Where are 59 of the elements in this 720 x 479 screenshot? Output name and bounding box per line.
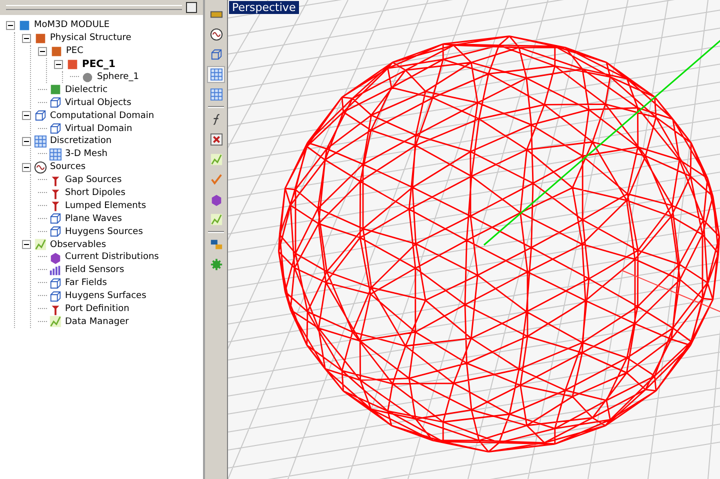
tree-item[interactable]: Huygens Sources [64, 226, 144, 237]
expand-toggle[interactable] [22, 162, 31, 172]
outline-box-icon [34, 109, 47, 122]
wave-icon [34, 160, 47, 174]
cube-icon [49, 250, 62, 264]
outline-box-icon [49, 212, 62, 226]
tree-item[interactable]: Far Fields [64, 278, 108, 288]
tree-item[interactable]: MoM3D MODULE [33, 20, 111, 30]
expand-toggle[interactable] [54, 60, 63, 69]
tree-item[interactable]: Lumped Elements [64, 200, 148, 211]
grid-icon [210, 68, 222, 81]
outline-box-icon [49, 276, 62, 290]
expand-toggle[interactable] [22, 136, 31, 146]
panel-button[interactable] [186, 2, 197, 13]
tree-item[interactable]: 3-D Mesh [64, 149, 108, 160]
tree-item[interactable]: Physical Structure [49, 33, 132, 44]
tree-item[interactable]: Sphere_1 [96, 72, 140, 82]
gear-icon [210, 258, 222, 271]
tree-item[interactable]: Discretization [49, 136, 113, 146]
expand-toggle[interactable] [22, 34, 31, 43]
tree-item[interactable]: Gap Sources [64, 175, 123, 186]
chart-icon [210, 213, 222, 226]
grid-icon [34, 134, 47, 148]
expand-toggle[interactable] [22, 111, 31, 120]
outline-box-icon [49, 225, 62, 238]
grid-icon [210, 88, 222, 101]
chart-icon [210, 153, 222, 166]
outline-box-icon [49, 122, 62, 136]
sphere-icon [81, 70, 94, 84]
tree-item[interactable]: Computational Domain [49, 110, 156, 121]
tree-item[interactable]: PEC [65, 46, 84, 56]
tree-item[interactable]: Huygens Surfaces [64, 291, 148, 302]
bars-icon [49, 264, 62, 277]
outline-box-icon [49, 290, 62, 303]
outline-box-icon [49, 96, 62, 110]
tree-item[interactable]: Sources [49, 162, 87, 172]
expand-toggle[interactable] [38, 46, 47, 56]
tree-item[interactable]: Current Distributions [64, 252, 160, 262]
tree-item[interactable]: PEC_1 [81, 58, 116, 70]
tree-item[interactable]: Plane Waves [64, 214, 123, 224]
view-title: Perspective [229, 1, 299, 14]
chart-icon [34, 238, 47, 252]
tree-item[interactable]: Dielectric [64, 84, 109, 95]
tree-item[interactable]: Data Manager [64, 316, 130, 327]
chart-icon [49, 315, 62, 328]
cube-icon [210, 193, 222, 206]
tree-item[interactable]: Port Definition [64, 304, 130, 314]
expand-toggle[interactable] [6, 20, 15, 30]
tree-item[interactable]: Virtual Objects [64, 98, 132, 108]
expand-toggle[interactable] [22, 240, 31, 250]
wave-icon [210, 28, 222, 41]
tree-item[interactable]: Field Sensors [64, 265, 126, 276]
grid-icon [49, 148, 62, 161]
outline-box-icon [210, 48, 222, 61]
cross-icon [210, 133, 222, 146]
check-icon [210, 173, 222, 186]
tree-item[interactable]: Short Dipoles [64, 188, 126, 198]
tree-item[interactable]: Virtual Domain [64, 124, 134, 134]
tree-item[interactable]: Observables [49, 240, 108, 250]
